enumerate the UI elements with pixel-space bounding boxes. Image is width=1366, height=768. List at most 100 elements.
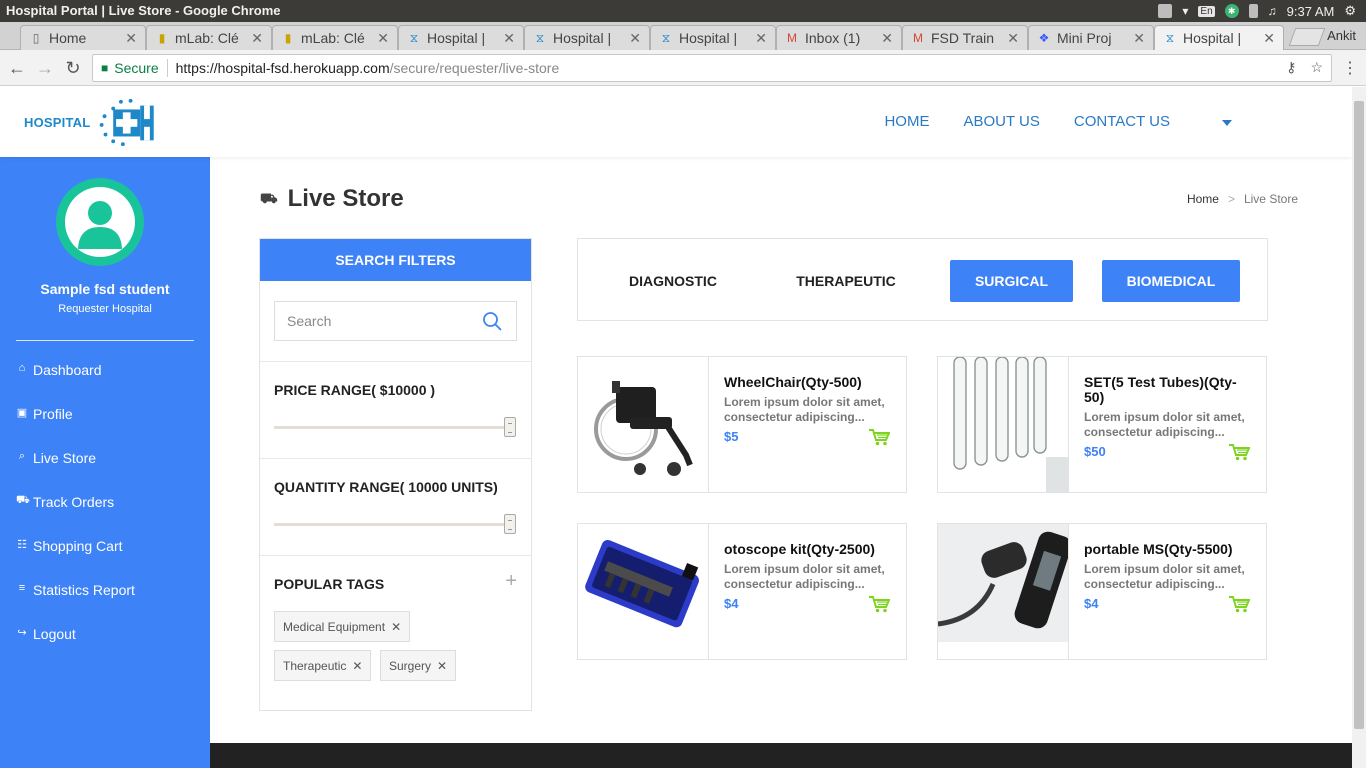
bookmark-star-icon[interactable]: ☆ [1310, 59, 1323, 76]
logout-icon: ↪ [17, 627, 27, 639]
dropbox-icon: ❖ [1038, 31, 1050, 45]
browser-menu-icon[interactable]: ⋮ [1342, 58, 1358, 78]
nav-contact-us[interactable]: CONTACT US [1074, 113, 1170, 130]
price-range-slider[interactable] [274, 426, 511, 429]
product-card-wheelchair[interactable]: WheelChair(Qty-500) Lorem ipsum dolor si… [577, 356, 907, 493]
close-tab-icon[interactable]: ✕ [251, 30, 263, 47]
sidebar-item-label: Live Store [33, 450, 97, 466]
settings-gear-icon[interactable]: ⚙ [1344, 3, 1356, 19]
display-icon[interactable] [1158, 4, 1173, 18]
breadcrumb-current: Live Store [1243, 192, 1298, 206]
reload-icon[interactable]: ↻ [62, 57, 84, 79]
lock-icon[interactable]: ■ [101, 61, 108, 75]
scrollbar-thumb[interactable] [1354, 101, 1364, 729]
search-icon[interactable] [482, 311, 502, 331]
add-to-cart-icon[interactable] [868, 428, 890, 446]
close-tab-icon[interactable]: ✕ [1133, 30, 1145, 47]
close-tab-icon[interactable]: ✕ [1007, 30, 1019, 47]
remove-tag-icon[interactable]: ✕ [437, 659, 447, 673]
product-card-test-tubes[interactable]: SET(5 Test Tubes)(Qty-50) Lorem ipsum do… [937, 356, 1267, 493]
product-name[interactable]: SET(5 Test Tubes)(Qty-50) [1084, 375, 1254, 405]
sidebar-item-logout[interactable]: ↪ Logout [16, 626, 135, 670]
otoscope-kit-image[interactable] [578, 524, 709, 659]
browser-tab[interactable]: ▮ mLab: Clé ✕ [146, 25, 272, 50]
sidebar-item-shopping-cart[interactable]: ☷ Shopping Cart [16, 538, 135, 582]
close-tab-icon[interactable]: ✕ [629, 30, 641, 47]
close-tab-icon[interactable]: ✕ [503, 30, 515, 47]
remove-tag-icon[interactable]: ✕ [391, 620, 401, 634]
browser-profile[interactable]: Ankit [1327, 28, 1356, 43]
close-tab-icon[interactable]: ✕ [1263, 30, 1275, 47]
test-tubes-image[interactable] [938, 357, 1069, 492]
url-field[interactable]: ■ Secure https://hospital-fsd.herokuapp.… [92, 54, 1332, 82]
avatar[interactable] [56, 178, 144, 266]
add-to-cart-icon[interactable] [868, 595, 890, 613]
browser-tab[interactable]: ▮ mLab: Clé ✕ [272, 25, 398, 50]
nav-home[interactable]: HOME [884, 113, 929, 130]
product-price: $4 [1084, 596, 1099, 611]
browser-tab[interactable]: M FSD Train ✕ [902, 25, 1028, 50]
volume-icon[interactable]: ♫ [1268, 4, 1277, 18]
browser-tab[interactable]: ⧖ Hospital | ✕ [1154, 25, 1284, 50]
tab-label: Hospital | [427, 30, 486, 46]
add-tag-plus-icon[interactable]: + [505, 570, 517, 593]
site-logo[interactable]: HOSPITAL [24, 95, 156, 149]
category-surgical-button[interactable]: SURGICAL [950, 260, 1073, 302]
price-range-handle[interactable] [504, 417, 516, 437]
quantity-range-handle[interactable] [504, 514, 516, 534]
sidebar-item-statistics-report[interactable]: ≡ Statistics Report [16, 582, 135, 626]
bluetooth-icon[interactable]: ✱ [1224, 4, 1239, 18]
key-icon[interactable]: ⚷ [1286, 59, 1296, 76]
breadcrumb-home[interactable]: Home [1187, 192, 1219, 206]
product-card-otoscope-kit[interactable]: otoscope kit(Qty-2500) Lorem ipsum dolor… [577, 523, 907, 660]
sidebar-item-dashboard[interactable]: ⌂ Dashboard [16, 362, 135, 406]
browser-tab[interactable]: ⧖ Hospital | ✕ [524, 25, 650, 50]
close-tab-icon[interactable]: ✕ [881, 30, 893, 47]
clock[interactable]: 9:37 AM [1287, 4, 1335, 19]
close-tab-icon[interactable]: ✕ [125, 30, 137, 47]
quantity-range-slider[interactable] [274, 523, 511, 526]
tab-label: FSD Train [931, 30, 995, 46]
wifi-icon[interactable]: ▾ [1182, 4, 1188, 18]
browser-tab[interactable]: ⧖ Hospital | ✕ [398, 25, 524, 50]
sidebar-item-track-orders[interactable]: ⛟ Track Orders [16, 494, 135, 538]
tag-therapeutic[interactable]: Therapeutic ✕ [274, 650, 372, 681]
product-name[interactable]: WheelChair(Qty-500) [724, 375, 894, 390]
tag-surgery[interactable]: Surgery ✕ [380, 650, 457, 681]
product-name[interactable]: otoscope kit(Qty-2500) [724, 542, 894, 557]
browser-tab[interactable]: ❖ Mini Proj ✕ [1028, 25, 1154, 50]
search-field[interactable] [274, 301, 517, 341]
nav-dropdown-caret-icon[interactable] [1222, 120, 1232, 126]
close-tab-icon[interactable]: ✕ [755, 30, 767, 47]
address-bar: ← → ↻ ■ Secure https://hospital-fsd.hero… [0, 50, 1366, 86]
remove-tag-icon[interactable]: ✕ [352, 659, 362, 673]
sidebar-item-profile[interactable]: ▣ Profile [16, 406, 135, 450]
battery-icon[interactable] [1248, 4, 1258, 18]
browser-tab[interactable]: ⧖ Hospital | ✕ [650, 25, 776, 50]
category-diagnostic[interactable]: DIAGNOSTIC [598, 260, 748, 302]
forward-icon[interactable]: → [34, 57, 56, 79]
search-filters-panel: SEARCH FILTERS PRICE RANGE( $10000 ) QUA… [259, 238, 532, 711]
category-biomedical-button[interactable]: BIOMEDICAL [1102, 260, 1240, 302]
product-description: Lorem ipsum dolor sit amet, consectetur … [724, 395, 885, 424]
add-to-cart-icon[interactable] [1228, 595, 1250, 613]
browser-tab[interactable]: ▯ Home ✕ [20, 25, 146, 50]
sidebar-item-live-store[interactable]: ⌕ Live Store [16, 450, 135, 494]
back-icon[interactable]: ← [6, 57, 28, 79]
browser-tab[interactable]: M Inbox (1) ✕ [776, 25, 902, 50]
keyboard-language[interactable]: En [1198, 5, 1215, 17]
portable-ms-image[interactable] [938, 524, 1069, 659]
nav-about-us[interactable]: ABOUT US [963, 113, 1039, 130]
new-tab-button[interactable] [1288, 28, 1326, 46]
quantity-range-label: QUANTITY RANGE( 10000 UNITS) [274, 479, 498, 495]
page-scrollbar[interactable] [1352, 87, 1366, 768]
close-tab-icon[interactable]: ✕ [377, 30, 389, 47]
add-to-cart-icon[interactable] [1228, 443, 1250, 461]
wheelchair-image[interactable] [578, 357, 709, 492]
sidebar-divider [16, 340, 194, 341]
tag-medical-equipment[interactable]: Medical Equipment ✕ [274, 611, 411, 642]
search-input[interactable] [287, 313, 477, 329]
product-card-portable-ms[interactable]: portable MS(Qty-5500) Lorem ipsum dolor … [937, 523, 1267, 660]
product-name[interactable]: portable MS(Qty-5500) [1084, 542, 1254, 557]
category-therapeutic[interactable]: THERAPEUTIC [771, 260, 921, 302]
